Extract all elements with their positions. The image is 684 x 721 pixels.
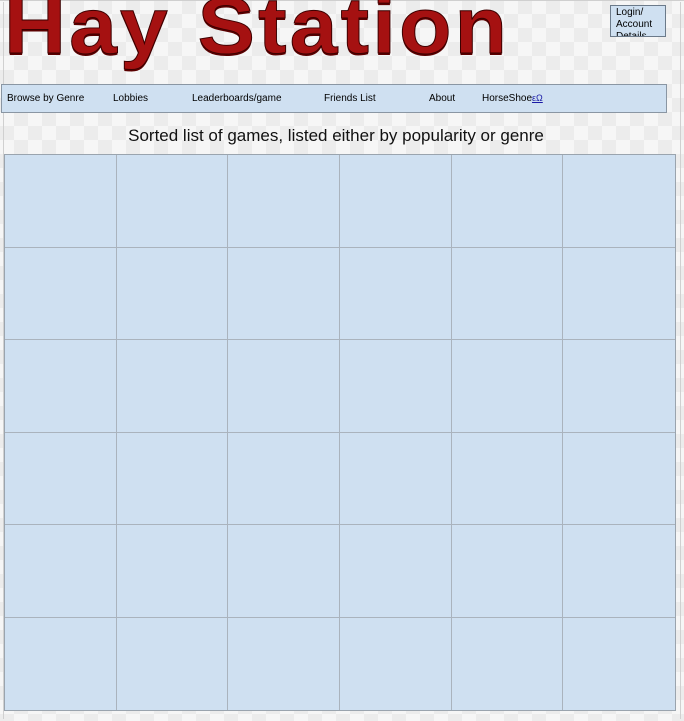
game-tile[interactable] (5, 617, 117, 710)
game-tile[interactable] (228, 155, 340, 248)
game-tile[interactable] (116, 155, 229, 248)
game-tile[interactable] (563, 617, 675, 710)
horseshoe-link[interactable]: εΩ (532, 93, 543, 103)
nav-friends-list[interactable]: Friends List (324, 93, 376, 104)
game-tile[interactable] (5, 525, 117, 618)
game-tile[interactable] (563, 340, 675, 433)
game-tile[interactable] (339, 155, 452, 248)
nav-browse-by-genre[interactable]: Browse by Genre (7, 93, 84, 104)
game-tile[interactable] (563, 247, 675, 340)
game-tile[interactable] (339, 340, 452, 433)
game-tile[interactable] (451, 155, 564, 248)
game-tile[interactable] (339, 525, 452, 618)
game-tile[interactable] (116, 247, 229, 340)
game-tile[interactable] (228, 247, 340, 340)
game-tile[interactable] (451, 432, 564, 525)
game-tile[interactable] (563, 525, 675, 618)
game-tile[interactable] (228, 525, 340, 618)
game-tile[interactable] (116, 525, 229, 618)
game-tile[interactable] (5, 155, 117, 248)
nav-horseshoe-label: HorseShoe (482, 93, 533, 104)
game-tile[interactable] (563, 155, 675, 248)
game-tile[interactable] (451, 525, 564, 618)
game-tile[interactable] (339, 617, 452, 710)
game-grid (4, 154, 676, 711)
game-tile[interactable] (451, 340, 564, 433)
nav-horseshoe[interactable]: HorseShoeεΩ (482, 93, 543, 104)
game-tile[interactable] (451, 617, 564, 710)
login-account-button[interactable]: Login/ Account Details (610, 5, 666, 37)
nav-leaderboards[interactable]: Leaderboards/game (192, 93, 282, 104)
game-tile[interactable] (5, 432, 117, 525)
game-tile[interactable] (5, 247, 117, 340)
game-tile[interactable] (228, 432, 340, 525)
game-tile[interactable] (5, 340, 117, 433)
game-tile[interactable] (116, 617, 229, 710)
site-logo[interactable]: Hay Station (3, 0, 510, 66)
nav-lobbies[interactable]: Lobbies (113, 93, 148, 104)
game-tile[interactable] (339, 432, 452, 525)
game-tile[interactable] (451, 247, 564, 340)
game-tile[interactable] (116, 340, 229, 433)
nav-about[interactable]: About (429, 93, 455, 104)
game-tile[interactable] (228, 340, 340, 433)
game-tile[interactable] (339, 247, 452, 340)
page-subtitle: Sorted list of games, listed either by p… (128, 126, 544, 145)
main-nav: Browse by Genre Lobbies Leaderboards/gam… (1, 84, 667, 113)
game-tile[interactable] (228, 617, 340, 710)
game-tile[interactable] (563, 432, 675, 525)
game-tile[interactable] (116, 432, 229, 525)
